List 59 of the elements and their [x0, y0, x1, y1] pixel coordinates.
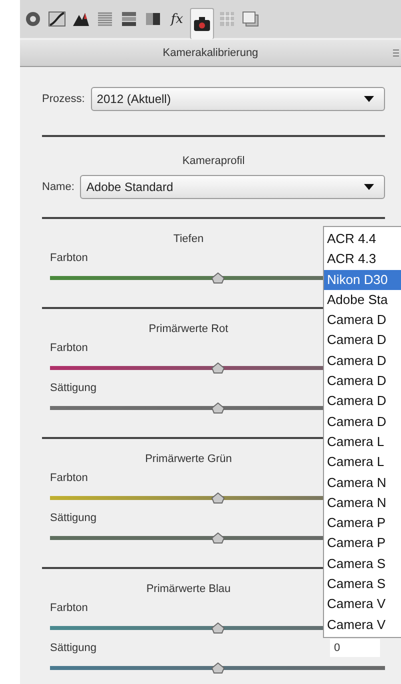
slider-thumb[interactable]	[210, 622, 224, 634]
slider-label: Farbton	[50, 252, 88, 264]
slider-label: Farbton	[50, 472, 88, 484]
menu-item[interactable]: ACR 4.3	[324, 249, 401, 270]
process-dropdown[interactable]: 2012 (Aktuell)	[90, 87, 385, 111]
grid-icon	[219, 11, 235, 27]
panel-title: Kamerakalibrierung	[162, 47, 258, 59]
menu-item[interactable]: Camera N	[324, 472, 401, 493]
menu-item[interactable]: Nikon D30	[324, 270, 401, 290]
menu-item[interactable]: Camera D	[324, 330, 401, 351]
slider-label: Sättigung	[50, 382, 96, 394]
slider-thumb[interactable]	[210, 662, 224, 674]
caret-icon	[364, 96, 374, 102]
menu-item[interactable]: Camera P	[324, 533, 401, 554]
panel-tab[interactable]	[190, 8, 214, 38]
menu-item[interactable]: ACR 4.4	[324, 229, 401, 250]
section-title: Primärwerte Blau	[146, 582, 231, 597]
curve-icon	[48, 11, 66, 27]
lines-icon	[97, 11, 113, 27]
bars-icon	[121, 11, 137, 27]
menu-item[interactable]: Camera P	[324, 513, 401, 534]
slider-thumb[interactable]	[210, 272, 224, 284]
section-title: Kameraprofil	[181, 154, 246, 169]
section-title: Primärwerte Rot	[148, 322, 228, 337]
slider-thumb[interactable]	[210, 402, 224, 414]
mountain-icon	[72, 11, 90, 27]
menu-item[interactable]: Camera L	[324, 432, 401, 452]
menu-item[interactable]: Camera V	[324, 594, 401, 615]
split-icon	[145, 11, 161, 27]
menu-item[interactable]: Adobe Sta	[324, 290, 401, 310]
caret-icon	[364, 184, 374, 190]
menu-item[interactable]: Camera S	[324, 554, 401, 574]
slider-label: Farbton	[50, 602, 88, 614]
effects-tab[interactable]: fx	[166, 6, 188, 32]
menu-item[interactable]: Camera D	[324, 310, 401, 330]
pages-icon	[242, 11, 260, 27]
section-title: Tiefen	[173, 232, 204, 247]
menu-item[interactable]: Camera L	[324, 452, 401, 473]
menu-item[interactable]: Camera D	[324, 412, 401, 432]
camera-icon	[193, 16, 211, 32]
slider-thumb[interactable]	[210, 492, 224, 504]
slider-thumb[interactable]	[210, 362, 224, 374]
menu-item[interactable]: Camera S	[324, 574, 401, 594]
field-label: Prozess:	[42, 93, 85, 105]
aperture-icon	[25, 11, 41, 27]
profile-dropdown[interactable]: Adobe Standard	[80, 175, 385, 199]
menu-item[interactable]: Camera D	[324, 371, 401, 392]
slider-label: Sättigung	[50, 642, 96, 654]
value-field[interactable]: 0	[330, 639, 380, 657]
slider-thumb[interactable]	[210, 532, 224, 544]
field-label: Name:	[42, 181, 74, 193]
menu-item[interactable]: Camera N	[324, 492, 401, 514]
menu-icon[interactable]	[393, 49, 399, 57]
slider-label: Sättigung	[50, 512, 96, 524]
section-title: Primärwerte Grün	[145, 452, 232, 467]
menu-item[interactable]: Camera D	[324, 391, 401, 412]
menu-item[interactable]: Camera V	[324, 614, 401, 635]
slider-label: Farbton	[50, 342, 88, 354]
menu-item[interactable]: Camera D	[324, 350, 401, 372]
